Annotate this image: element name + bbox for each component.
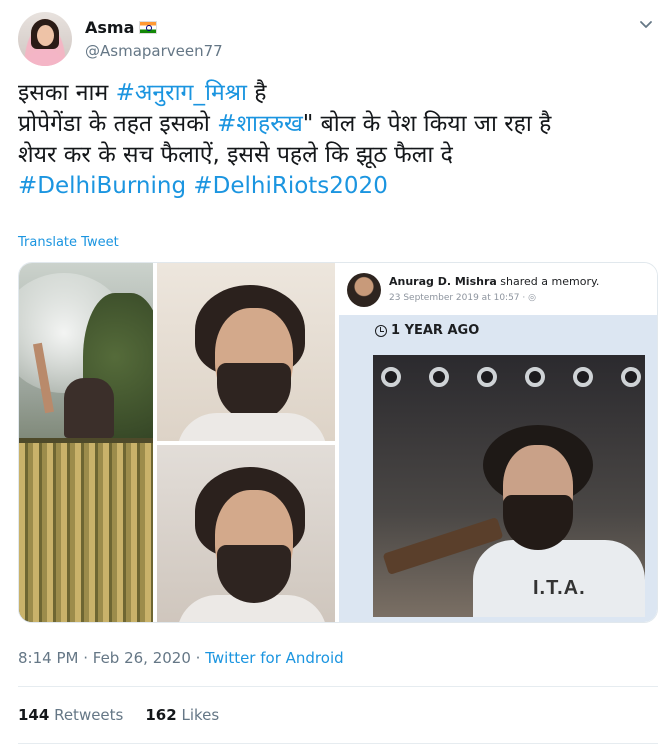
user-handle[interactable]: @Asmaparveen77 (85, 42, 223, 60)
media-photo-2[interactable] (157, 263, 335, 441)
memory-date: 23 September 2019 at 10:57 · ◎ (389, 293, 536, 303)
display-name[interactable]: Asma (85, 18, 134, 37)
likes-stat[interactable]: 162 Likes (145, 706, 219, 724)
tweet-text-segment: इसका नाम (18, 80, 116, 106)
tweet-meta: 8:14 PM · Feb 26, 2020 · Twitter for And… (18, 649, 344, 667)
media-photo-3[interactable] (157, 445, 335, 622)
tweet-line: #DelhiBurning #DelhiRiots2020 (18, 171, 658, 202)
tweet-line: शेयर कर के सच फैलाऐं, इससे पहले कि झूठ फ… (18, 140, 658, 171)
retweets-stat[interactable]: 144 Retweets (18, 706, 123, 724)
avatar[interactable] (18, 12, 72, 66)
tweet-time[interactable]: 8:14 PM (18, 649, 78, 667)
hashtag-link[interactable]: #अनुराग_मिश्रा (116, 80, 247, 106)
hashtag-link[interactable]: #DelhiBurning (18, 173, 186, 199)
tweet-header: Asma @Asmaparveen77 (18, 12, 658, 68)
memory-author: Anurag D. Mishra shared a memory. (389, 275, 600, 288)
memory-ago: 1 YEAR AGO (375, 323, 479, 338)
tweet-line: इसका नाम #अनुराग_मिश्रा है (18, 78, 658, 109)
divider (18, 686, 658, 687)
tweet-text-segment: शेयर कर के सच फैलाऐं, इससे पहले कि झूठ फ… (18, 142, 453, 168)
tweet-text-segment: प्रोपेगेंडा के तहत इसको (18, 111, 218, 137)
hashtag-link[interactable]: #शाहरुख (217, 111, 303, 137)
shirt-text: I.T.A. (533, 577, 586, 599)
memory-header: Anurag D. Mishra shared a memory. 23 Sep… (347, 271, 651, 313)
media-grid: Anurag D. Mishra shared a memory. 23 Sep… (18, 262, 658, 623)
globe-icon: ◎ (528, 293, 536, 303)
clock-icon (375, 324, 387, 337)
media-photo-1[interactable] (19, 263, 153, 622)
memory-photo: I.T.A. (373, 355, 645, 617)
media-photo-4[interactable]: Anurag D. Mishra shared a memory. 23 Sep… (339, 263, 657, 622)
tweet-text-segment: " बोल के पेश किया जा रहा है (302, 111, 552, 137)
tweet-date[interactable]: Feb 26, 2020 (93, 649, 191, 667)
tweet-stats: 144 Retweets 162 Likes (18, 706, 219, 724)
tweet-text-segment: है (246, 80, 267, 106)
tweet: Asma @Asmaparveen77 इसका नाम #अनुराग_मिश… (0, 0, 671, 744)
translate-tweet-link[interactable]: Translate Tweet (18, 235, 119, 250)
hashtag-link[interactable]: #DelhiRiots2020 (193, 173, 387, 199)
tweet-text: इसका नाम #अनुराग_मिश्रा है प्रोपेगेंडा क… (18, 78, 658, 202)
tweet-line: प्रोपेगेंडा के तहत इसको #शाहरुख" बोल के … (18, 109, 658, 140)
india-flag-icon (139, 21, 158, 34)
tweet-source-link[interactable]: Twitter for Android (205, 649, 343, 667)
name-row: Asma (85, 18, 158, 37)
chevron-down-icon[interactable] (636, 14, 656, 34)
memory-avatar (347, 273, 381, 307)
